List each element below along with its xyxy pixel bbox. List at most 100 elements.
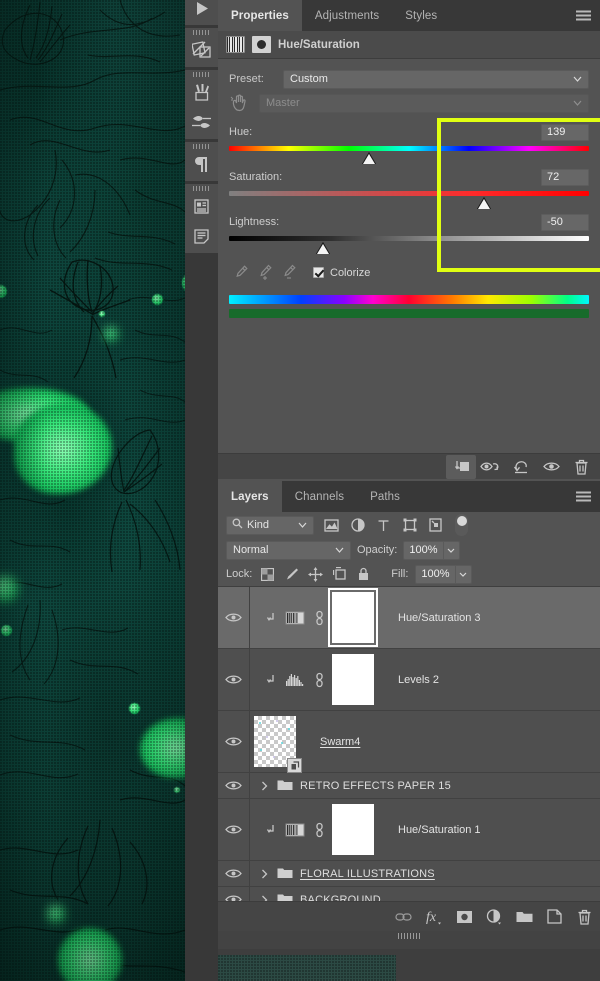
toggle-previous-state-button[interactable] (476, 455, 506, 479)
tab-paths[interactable]: Paths (357, 481, 413, 512)
panel-grip[interactable] (192, 184, 211, 191)
add-layer-mask-button[interactable] (454, 906, 474, 928)
layer-mask-thumbnail[interactable] (332, 654, 374, 705)
saturation-slider-thumb[interactable] (476, 197, 492, 209)
filter-enable-toggle[interactable] (455, 514, 468, 536)
table-row[interactable]: Levels 2 (218, 649, 600, 711)
layer-visibility-toggle[interactable] (218, 773, 250, 798)
brushes-icon[interactable] (185, 77, 218, 107)
lock-position-icon[interactable] (307, 566, 324, 583)
channel-select[interactable]: Master (259, 93, 589, 113)
layer-mask-thumbnail[interactable] (332, 804, 374, 855)
layer-visibility-toggle[interactable] (218, 711, 250, 772)
saturation-slider-track[interactable] (229, 191, 589, 196)
table-row[interactable]: Hue/Saturation 3 (218, 587, 600, 649)
group-name[interactable]: RETRO EFFECTS PAPER 15 (300, 780, 451, 792)
lightness-value-field[interactable]: -50 (541, 213, 589, 231)
hue-result-bar-bottom[interactable] (229, 309, 589, 318)
layer-mask-icon[interactable] (252, 36, 271, 53)
adjustment-layer-filter-icon[interactable] (349, 517, 366, 534)
table-row[interactable]: FLORAL ILLUSTRATIONS (218, 861, 600, 887)
layer-thumbnail[interactable] (254, 716, 302, 773)
new-group-button[interactable] (514, 906, 534, 928)
type-layer-filter-icon[interactable] (375, 517, 392, 534)
preset-select[interactable]: Custom (283, 69, 589, 89)
levels-icon[interactable] (282, 673, 308, 687)
layer-mask-link-icon[interactable] (308, 822, 330, 838)
hue-saturation-icon[interactable] (282, 822, 308, 838)
layer-mask-thumbnail[interactable] (328, 588, 378, 647)
lightness-slider-track[interactable] (229, 236, 589, 241)
link-layers-button[interactable] (394, 906, 414, 928)
eyedropper-subtract-icon[interactable] (277, 262, 299, 284)
table-row[interactable]: Hue/Saturation 1 (218, 799, 600, 861)
layer-mask-link-icon[interactable] (308, 672, 330, 688)
opacity-value-field[interactable]: 100% (403, 540, 444, 560)
table-row[interactable]: Swarm4 (218, 711, 600, 773)
layer-visibility-toggle[interactable] (218, 799, 250, 860)
filter-kind-select[interactable]: Kind (226, 515, 314, 535)
blend-mode-select[interactable]: Normal (226, 540, 351, 560)
chevron-right-icon[interactable] (258, 781, 270, 791)
panel-resize-strip[interactable] (218, 931, 600, 949)
hue-slider-thumb[interactable] (361, 152, 377, 164)
brush-settings-icon[interactable] (185, 107, 218, 137)
tab-channels[interactable]: Channels (282, 481, 357, 512)
new-adjustment-layer-button[interactable] (484, 906, 504, 928)
hue-value-field[interactable]: 139 (541, 123, 589, 141)
layer-name[interactable]: Hue/Saturation 3 (398, 612, 481, 624)
on-image-adjust-hand-icon[interactable] (229, 93, 251, 113)
layer-style-button[interactable]: fx (424, 906, 444, 928)
panel-grip[interactable] (192, 28, 211, 35)
layer-name[interactable]: Swarm4 (320, 736, 360, 748)
layer-visibility-toggle[interactable] (218, 587, 250, 648)
chevron-right-icon[interactable] (258, 869, 270, 879)
paragraph-icon[interactable] (185, 149, 218, 179)
layers-panel-menu-icon[interactable] (576, 491, 591, 502)
panel-resize-grip[interactable] (398, 933, 420, 939)
lightness-slider-thumb[interactable] (315, 242, 331, 254)
reset-button[interactable] (506, 455, 536, 479)
properties-panel-menu-icon[interactable] (576, 10, 591, 21)
lock-transparency-icon[interactable] (259, 566, 276, 583)
eyedropper-icon[interactable] (229, 262, 251, 284)
layer-mask-link-icon[interactable] (308, 610, 330, 626)
hue-slider-track[interactable] (229, 146, 589, 151)
layer-visibility-toggle[interactable] (218, 861, 250, 886)
fill-stepper-chevron-icon[interactable] (455, 564, 472, 584)
tab-adjustments[interactable]: Adjustments (302, 0, 392, 31)
colorize-checkbox[interactable]: Colorize (313, 267, 370, 279)
layer-name[interactable]: Levels 2 (398, 674, 439, 686)
layer-name[interactable]: Hue/Saturation 1 (398, 824, 481, 836)
shape-layer-filter-icon[interactable] (401, 517, 418, 534)
lock-artboard-icon[interactable] (331, 566, 348, 583)
layer-visibility-toggle[interactable] (218, 649, 250, 710)
lock-image-icon[interactable] (283, 566, 300, 583)
eyedropper-add-icon[interactable] (253, 262, 275, 284)
lock-all-icon[interactable] (355, 566, 372, 583)
document-canvas[interactable] (0, 0, 185, 981)
fill-value-field[interactable]: 100% (415, 564, 456, 584)
saturation-value-field[interactable]: 72 (541, 168, 589, 186)
clip-to-layer-button[interactable] (446, 454, 476, 479)
smart-object-filter-icon[interactable] (427, 517, 444, 534)
opacity-stepper-chevron-icon[interactable] (443, 540, 460, 560)
tab-layers[interactable]: Layers (218, 481, 282, 512)
panel-grip[interactable] (192, 142, 211, 149)
delete-adjustment-button[interactable] (566, 455, 596, 479)
timeline-play-icon[interactable] (185, 0, 218, 23)
hue-result-bar-top[interactable] (229, 295, 589, 304)
swatches-icon[interactable] (185, 35, 218, 65)
table-row[interactable]: RETRO EFFECTS PAPER 15 (218, 773, 600, 799)
delete-layer-button[interactable] (574, 906, 594, 928)
notes-icon[interactable] (185, 221, 218, 251)
tab-properties[interactable]: Properties (218, 0, 302, 31)
hue-saturation-icon[interactable] (282, 610, 308, 626)
tab-styles[interactable]: Styles (392, 0, 450, 31)
new-layer-button[interactable] (544, 906, 564, 928)
character-icon[interactable] (185, 191, 218, 221)
pixel-layer-filter-icon[interactable] (323, 517, 340, 534)
toggle-layer-visibility-button[interactable] (536, 455, 566, 479)
group-name[interactable]: FLORAL ILLUSTRATIONS (300, 868, 435, 880)
panel-grip[interactable] (192, 70, 211, 77)
